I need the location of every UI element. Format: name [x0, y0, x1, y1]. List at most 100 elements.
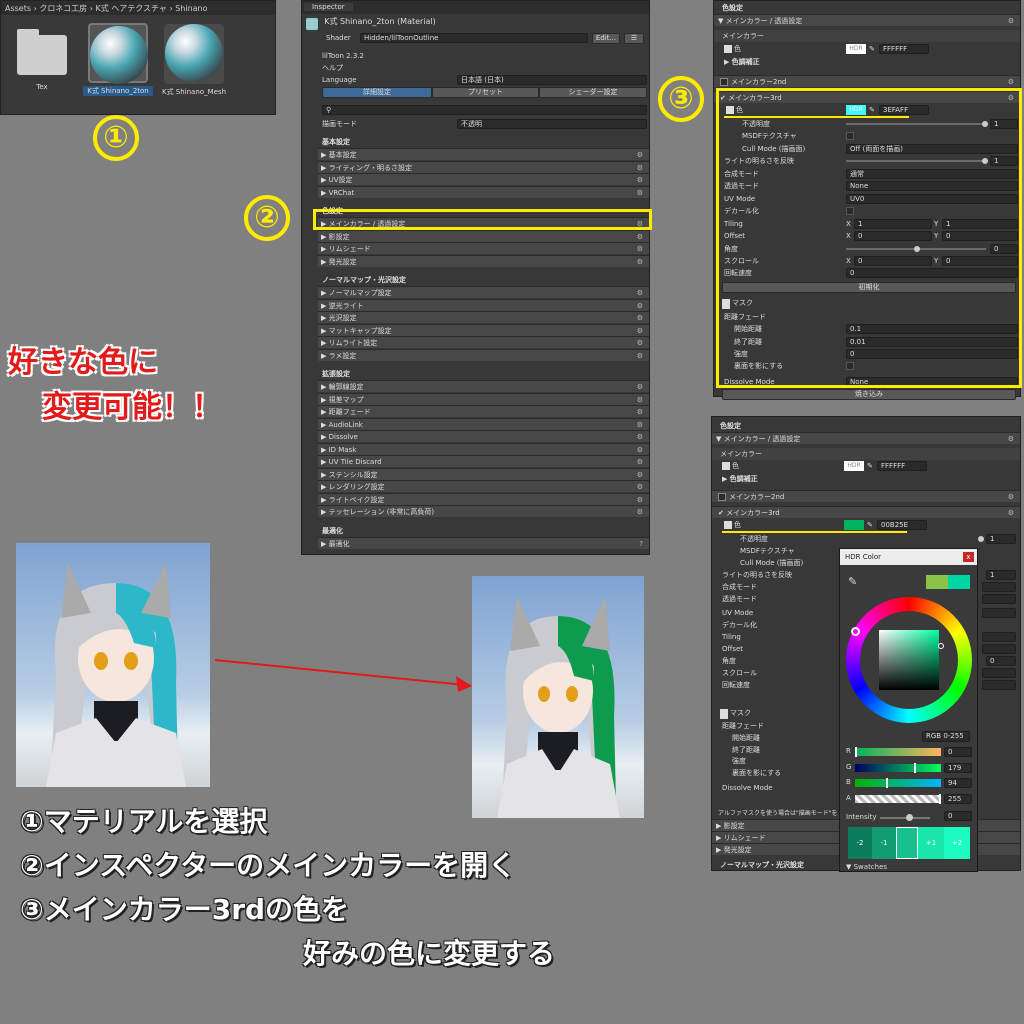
gear-icon[interactable]: ⚙: [1008, 15, 1014, 26]
sv-handle[interactable]: [938, 643, 944, 649]
number-input[interactable]: 1: [986, 570, 1016, 580]
number-input[interactable]: 0: [986, 656, 1016, 666]
field[interactable]: [982, 644, 1016, 654]
gear-icon[interactable]: ⚙: [637, 243, 643, 254]
foldout-item[interactable]: ▶ 視差マップ ⚙: [318, 392, 649, 405]
breadcrumb[interactable]: Assets › クロネコ工房 › K式 ヘアテクスチャ › Shinano: [1, 1, 275, 15]
eyedropper-icon[interactable]: ✎: [867, 460, 873, 472]
foldout-item[interactable]: ▶ 輪郭線設定 ⚙: [318, 380, 649, 392]
intensity-input[interactable]: 0: [944, 811, 972, 821]
mask-texture-icon[interactable]: [720, 709, 728, 719]
bake-button[interactable]: 焼き込み: [722, 388, 1016, 400]
channel-input[interactable]: 0: [944, 747, 972, 757]
foldout-item[interactable]: ▶ リムシェード ⚙: [318, 242, 649, 254]
field[interactable]: [982, 680, 1016, 690]
channel-handle[interactable]: [914, 762, 916, 773]
gear-icon[interactable]: ⚙: [637, 174, 643, 185]
intensity-preset-button[interactable]: +2: [944, 827, 970, 859]
intensity-slider[interactable]: [880, 817, 930, 819]
channel-input[interactable]: 94: [944, 778, 972, 788]
foldout-item[interactable]: ▶ 最適化?: [318, 536, 649, 549]
gear-icon[interactable]: ⚙: [1008, 491, 1014, 502]
color-mode-dropdown[interactable]: RGB 0-255: [922, 731, 970, 742]
main-color-2nd-row[interactable]: メインカラー2nd ⚙: [714, 75, 1020, 87]
number-input[interactable]: 1: [986, 534, 1016, 544]
gear-icon[interactable]: ⚙: [637, 381, 643, 392]
field[interactable]: [982, 668, 1016, 678]
foldout-item[interactable]: ▶ 光沢設定 ⚙: [318, 311, 649, 323]
gear-icon[interactable]: ⚙: [637, 337, 643, 348]
intensity-preset-button[interactable]: -2: [848, 827, 872, 859]
gear-icon[interactable]: ⚙: [1008, 76, 1014, 87]
channel-slider[interactable]: [855, 794, 941, 803]
channel-handle[interactable]: [939, 793, 941, 804]
channel-handle[interactable]: [886, 778, 888, 788]
shader-menu-icon[interactable]: ☰: [624, 33, 644, 44]
gear-icon[interactable]: ⚙: [637, 494, 643, 505]
foldout-item[interactable]: ▶ VRChat ⚙: [318, 185, 649, 198]
checkbox-3rd-checked[interactable]: ✔: [718, 509, 726, 517]
checkbox-2nd[interactable]: [718, 493, 726, 501]
hue-wheel[interactable]: [846, 597, 972, 723]
intensity-handle[interactable]: [906, 814, 913, 821]
slider-handle[interactable]: [978, 536, 984, 542]
tone-correction-row[interactable]: ▶ 色調補正: [712, 473, 1020, 485]
gear-icon[interactable]: ⚙: [637, 187, 643, 198]
foldout-item[interactable]: ▶ UV Tile Discard ⚙: [318, 455, 649, 467]
foldout-item[interactable]: ▶ UV設定 ⚙: [318, 173, 649, 185]
foldout-item[interactable]: ▶ リムライト設定 ⚙: [318, 336, 649, 348]
texture-slot-icon[interactable]: [724, 521, 732, 529]
gear-icon[interactable]: ⚙: [637, 149, 643, 160]
foldout-item[interactable]: ▶ ノーマルマップ設定 ⚙: [318, 286, 649, 298]
gear-icon[interactable]: ?: [639, 538, 643, 549]
gear-icon[interactable]: ⚙: [1008, 507, 1014, 518]
gear-icon[interactable]: ⚙: [637, 406, 643, 417]
tab-advanced[interactable]: 詳細設定: [322, 87, 432, 98]
render-mode-dropdown[interactable]: 不透明: [457, 119, 647, 129]
help-row[interactable]: ヘルプ: [302, 62, 649, 74]
channel-slider[interactable]: [855, 763, 941, 772]
swatches-label[interactable]: ▼ Swatches: [846, 863, 887, 871]
field[interactable]: [982, 632, 1016, 642]
checkbox-2nd[interactable]: [720, 78, 728, 86]
gear-icon[interactable]: ⚙: [637, 419, 643, 430]
fold-main-color[interactable]: ▼ メインカラー / 透過設定 ⚙: [712, 432, 1020, 444]
tone-correction-row[interactable]: ▶ 色調補正: [714, 56, 1020, 68]
language-dropdown[interactable]: 日本語 (日本): [457, 75, 647, 85]
gear-icon[interactable]: ⚙: [637, 394, 643, 405]
field[interactable]: [982, 608, 1016, 618]
main-color-hex[interactable]: FFFFFF: [879, 44, 929, 54]
main-color-3rd-row[interactable]: ✔ メインカラー3rd ⚙: [712, 506, 1020, 518]
foldout-item[interactable]: ▶ 発光設定 ⚙: [318, 254, 649, 267]
intensity-preset-button[interactable]: -1: [872, 827, 896, 859]
channel-slider[interactable]: [855, 748, 941, 756]
gear-icon[interactable]: ⚙: [637, 287, 643, 298]
gear-icon[interactable]: ⚙: [637, 444, 643, 455]
hue-handle[interactable]: [851, 627, 860, 636]
tab-inspector[interactable]: Inspector: [304, 3, 353, 11]
foldout-item[interactable]: ▶ 影設定 ⚙: [318, 229, 649, 242]
foldout-item[interactable]: ▶ ID Mask ⚙: [318, 442, 649, 455]
foldout-item[interactable]: ▶ Dissolve ⚙: [318, 430, 649, 442]
gear-icon[interactable]: ⚙: [637, 312, 643, 323]
eyedropper-icon[interactable]: ✎: [869, 43, 875, 55]
foldout-item[interactable]: ▶ 逆光ライト ⚙: [318, 298, 649, 311]
foldout-item[interactable]: ▶ マットキャップ設定 ⚙: [318, 323, 649, 336]
foldout-item[interactable]: ▶ 基本設定 ⚙: [318, 148, 649, 160]
tab-shader-settings[interactable]: シェーダー設定: [539, 87, 647, 98]
edit-button[interactable]: Edit...: [592, 33, 620, 44]
foldout-item[interactable]: ▶ AudioLink ⚙: [318, 417, 649, 430]
gear-icon[interactable]: ⚙: [637, 456, 643, 467]
third-color-hex[interactable]: 00B25E: [877, 520, 927, 530]
gear-icon[interactable]: ⚙: [637, 506, 643, 517]
gear-icon[interactable]: ⚙: [637, 256, 643, 267]
main-color-hex[interactable]: FFFFFF: [877, 461, 927, 471]
texture-slot-icon[interactable]: [724, 45, 732, 53]
gear-icon[interactable]: ⚙: [637, 481, 643, 492]
fold-main-color[interactable]: ▼ メインカラー / 透過設定 ⚙: [714, 14, 1020, 26]
gear-icon[interactable]: ⚙: [637, 350, 643, 361]
gear-icon[interactable]: ⚙: [1008, 433, 1014, 444]
version-row[interactable]: lilToon 2.3.2: [302, 50, 649, 62]
shader-dropdown[interactable]: Hidden/lilToonOutline: [360, 33, 588, 43]
gear-icon[interactable]: ⚙: [637, 231, 643, 242]
